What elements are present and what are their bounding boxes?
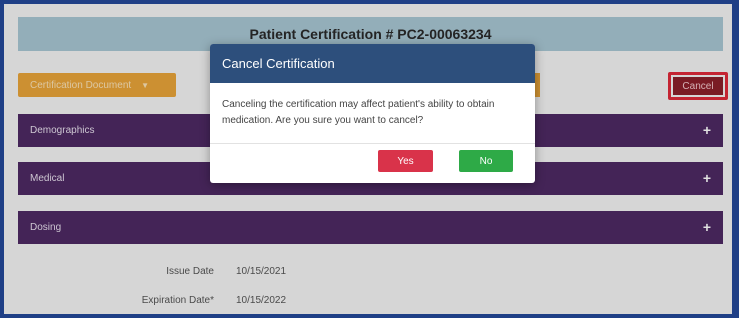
cancel-certification-dialog: Cancel Certification Canceling the certi… [210, 44, 535, 183]
dialog-title: Cancel Certification [222, 56, 335, 71]
no-button[interactable]: No [459, 150, 513, 172]
dialog-footer: Yes No [210, 143, 535, 183]
yes-button[interactable]: Yes [378, 150, 433, 172]
yes-button-label: Yes [397, 155, 414, 167]
dialog-message: Canceling the certification may affect p… [222, 99, 495, 126]
dialog-body: Canceling the certification may affect p… [210, 83, 535, 144]
dialog-header: Cancel Certification [210, 44, 535, 83]
no-button-label: No [479, 155, 493, 167]
